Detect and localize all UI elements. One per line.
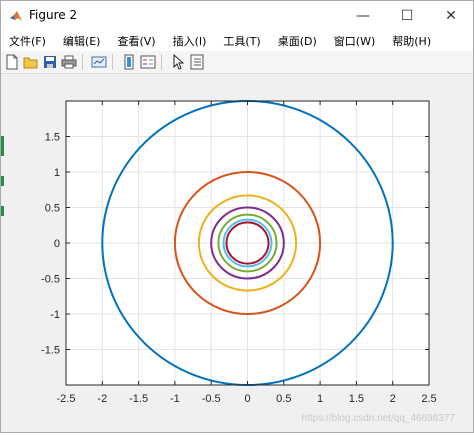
x-tick-label: -2.5 (57, 393, 76, 405)
menu-tools[interactable]: 工具(T) (215, 33, 269, 49)
y-tick-label: -0.5 (41, 274, 60, 286)
matlab-logo-icon (10, 11, 22, 21)
x-tick-label: -1.5 (129, 393, 148, 405)
insert-colorbar-icon[interactable] (121, 54, 137, 70)
y-tick-label: 1 (54, 167, 60, 179)
close-button[interactable]: ✕ (429, 1, 473, 31)
menu-insert[interactable]: 插入(I) (165, 33, 216, 49)
figure-toolbar (1, 51, 473, 74)
y-tick-label: 1.5 (45, 132, 60, 144)
background-window-edge (1, 136, 4, 236)
x-tick-label: -1 (170, 393, 180, 405)
y-tick-label: 0.5 (45, 203, 60, 215)
x-tick-label: 0.5 (276, 393, 291, 405)
minimize-icon: — (356, 8, 370, 24)
y-tick-label: -1 (50, 309, 60, 321)
link-plot-icon[interactable] (91, 54, 107, 70)
menu-window[interactable]: 窗口(W) (326, 33, 384, 49)
menu-edit[interactable]: 编辑(E) (55, 33, 110, 49)
x-tick-label: -0.5 (202, 393, 221, 405)
toolbar-separator (112, 54, 113, 70)
x-tick-label: 1 (317, 393, 323, 405)
toolbar-separator (161, 54, 162, 70)
title-bar[interactable]: Figure 2 — ☐ ✕ (1, 1, 473, 31)
window-title: Figure 2 (29, 8, 78, 22)
close-icon: ✕ (445, 8, 457, 24)
menu-desktop[interactable]: 桌面(D) (270, 33, 326, 49)
plot-axes[interactable]: -2.5 -2 -1.5 -1 -0.5 0 0.5 1 1.5 2 2.5 -1.5 -1 -0.5 0 0… (7, 74, 467, 431)
x-tick-label: 1.5 (349, 393, 364, 405)
y-tick-label: -1.5 (41, 345, 60, 357)
maximize-icon: ☐ (400, 8, 414, 24)
select-arrow-icon[interactable] (170, 54, 186, 70)
figure-canvas[interactable]: -2.5 -2 -1.5 -1 -0.5 0 0.5 1 1.5 2 2.5 -1.5 -1 -0.5 0 0… (7, 74, 467, 431)
x-tick-label: 2.5 (421, 393, 436, 405)
save-icon[interactable] (42, 54, 58, 70)
minimize-button[interactable]: — (341, 1, 385, 31)
figure-window: Figure 2 — ☐ ✕ 文件(F) 编辑(E) 查看(V) 插入(I) 工… (0, 0, 474, 433)
toolbar-separator (82, 54, 83, 70)
new-figure-icon[interactable] (4, 54, 20, 70)
x-tick-label: 2 (390, 393, 396, 405)
menu-bar: 文件(F) 编辑(E) 查看(V) 插入(I) 工具(T) 桌面(D) 窗口(W… (1, 31, 473, 51)
x-tick-label: -2 (97, 393, 107, 405)
maximize-button[interactable]: ☐ (385, 1, 429, 31)
y-tick-label: 0 (54, 238, 60, 250)
menu-help[interactable]: 帮助(H) (384, 33, 440, 49)
watermark-text: https://blog.csdn.net/qq_46696377 (302, 413, 456, 424)
x-tick-label: 0 (244, 393, 250, 405)
property-inspector-icon[interactable] (189, 54, 205, 70)
open-file-icon[interactable] (23, 54, 39, 70)
menu-view[interactable]: 查看(V) (109, 33, 164, 49)
menu-file[interactable]: 文件(F) (1, 33, 55, 49)
insert-legend-icon[interactable] (140, 54, 156, 70)
print-icon[interactable] (61, 54, 77, 70)
